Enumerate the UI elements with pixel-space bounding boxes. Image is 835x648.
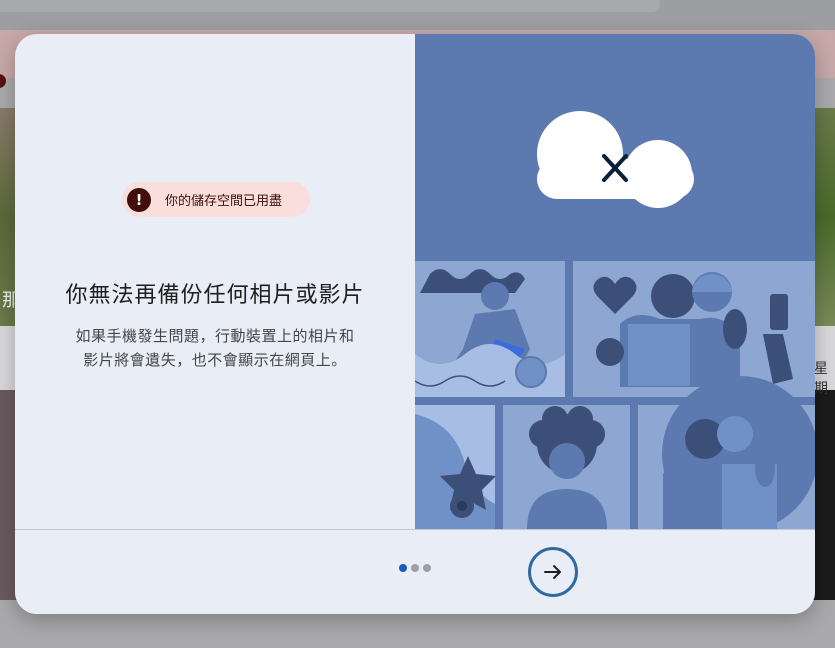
child-panel [503,405,630,529]
background-text-right: 星期 [814,361,828,397]
storage-warning-chip: ! 你的儲存空間已用盡 [122,182,310,217]
pagination-dots [399,564,431,572]
dialog-text-pane: ! 你的儲存空間已用盡 你無法再備份任何相片或影片 如果手機發生問題，行動裝置上… [15,34,415,529]
storage-full-dialog: ! 你的儲存空間已用盡 你無法再備份任何相片或影片 如果手機發生問題，行動裝置上… [15,34,815,614]
arrow-right-icon [544,565,561,579]
star-panel [415,405,496,529]
exclamation-icon: ! [127,187,151,212]
dialog-footer [15,530,815,614]
background-photo-right [812,108,835,326]
dialog-title: 你無法再備份任何相片或影片 [65,283,365,308]
background-top-bar [0,0,835,30]
next-button[interactable] [528,547,578,597]
illustration-pane [415,34,815,529]
cloud-off-icon [537,111,694,208]
background-photo-right-2 [812,390,835,600]
pagination-dot-1[interactable] [399,564,407,572]
warning-text: 你的儲存空間已用盡 [165,194,283,209]
selfie-panel [573,261,815,397]
pagination-dot-3[interactable] [423,564,431,572]
illustration [415,111,815,529]
dialog-body: 如果手機發生問題，行動裝置上的相片和影片將會遺失，也不會顯示在網頁上。 [75,327,355,369]
runner-panel [415,261,565,397]
pagination-dot-2[interactable] [411,564,419,572]
